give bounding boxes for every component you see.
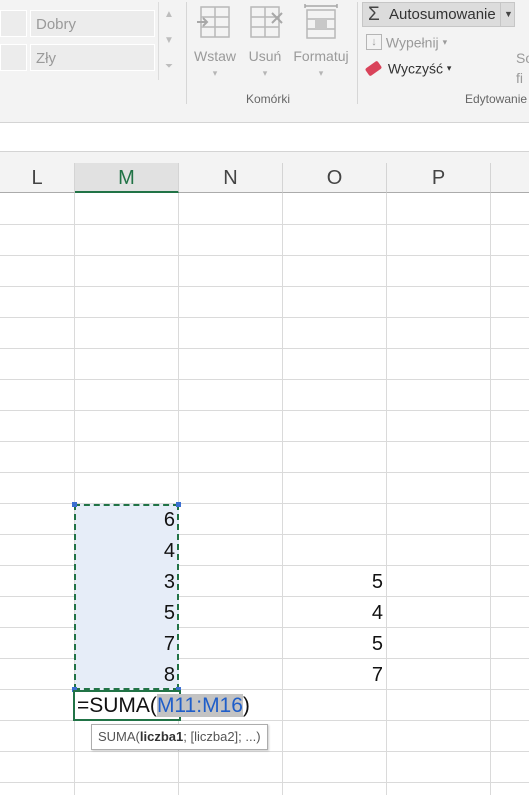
delete-button[interactable]: Usuń ▾ [240,4,290,79]
column-header-p[interactable]: P [387,163,491,193]
grid-column-line [490,193,491,795]
grid-row-line [0,286,529,287]
format-label: Formatuj [293,48,349,64]
column-header-n[interactable]: N [179,163,283,193]
delete-dropdown-icon: ▾ [262,68,268,78]
clear-dropdown-icon: ▾ [446,62,452,73]
cell-o15[interactable]: 5 [283,629,383,660]
formula-range-reference[interactable]: M11:M16 [156,694,243,717]
delete-cells-icon [250,6,283,38]
style-swatch-2[interactable] [0,44,27,71]
editing-group-label: Edytowanie [465,92,528,106]
sort-filter-button[interactable]: So fi [516,48,529,88]
grid-row-line [0,255,529,256]
style-bad[interactable]: Zły [30,44,155,71]
ribbon: Dobry Zły ▲ ▼ ⏷ Wstaw ▾ Usuń ▾ Formatuj … [0,0,529,123]
format-dropdown-icon: ▾ [318,68,324,78]
insert-dropdown-icon: ▾ [212,68,218,78]
cell-styles-gallery: Dobry Zły ▲ ▼ ⏷ [0,0,186,83]
scroll-up-icon[interactable]: ▲ [159,2,179,28]
formula-bar[interactable] [0,123,529,152]
sort-filter-label-1: So [516,50,529,66]
format-button[interactable]: Formatuj ▾ [290,4,352,79]
insert-cells-icon [197,6,230,38]
ribbon-separator [186,2,187,104]
tooltip-function[interactable]: SUMA( [98,729,140,744]
range-handle-top-left[interactable] [72,502,77,507]
range-handle-top-right[interactable] [176,502,181,507]
cells-group-label: Komórki [246,92,291,106]
insert-button[interactable]: Wstaw ▾ [190,4,240,79]
formula-prefix: =SUMA( [77,694,157,717]
tooltip-rest: ; [liczba2]; ...) [183,729,261,744]
sort-filter-label-2: fi [516,70,523,86]
format-cells-icon [304,4,338,39]
insert-label: Wstaw [194,48,236,64]
cell-o16[interactable]: 7 [283,660,383,691]
cell-o13[interactable]: 5 [283,567,383,598]
grid-row-line [0,472,529,473]
autosum-button[interactable]: Σ Autosumowanie [362,2,515,27]
cell-formula[interactable]: =SUMA(M11:M16) [77,692,250,720]
grid-row-line [0,224,529,225]
sigma-icon: Σ [368,4,380,25]
fill-down-icon: ↓ [366,34,382,51]
grid-row-line [0,782,529,783]
grid-row-line [0,348,529,349]
delete-label: Usuń [248,48,282,64]
column-header-l[interactable]: L [0,163,75,193]
autosum-dropdown-icon[interactable]: ▼ [500,2,516,27]
grid-column-line [282,193,283,795]
function-argument-tooltip[interactable]: SUMA(liczba1; [liczba2]; ...) [91,724,268,750]
grid-row-line [0,441,529,442]
eraser-icon [364,60,383,77]
fill-dropdown-icon: ▾ [442,36,448,47]
autosum-label: Autosumowanie [389,6,496,23]
styles-scrollbar[interactable]: ▲ ▼ ⏷ [158,2,179,80]
header-gap [0,152,529,163]
column-header-q[interactable] [491,163,529,193]
fill-button[interactable]: ↓ Wypełnij ▾ [366,33,448,51]
ribbon-separator [357,2,358,104]
cell-o14[interactable]: 4 [283,598,383,629]
grid-column-line [386,193,387,795]
formula-suffix: ) [242,694,250,717]
grid-row-line [0,317,529,318]
clear-label: Wyczyść [387,60,443,77]
scroll-down-icon[interactable]: ▼ [159,28,179,54]
grid-row-line [0,751,529,752]
fill-label: Wypełnij [385,34,439,51]
style-good[interactable]: Dobry [30,10,155,37]
clear-button[interactable]: Wyczyść ▾ [364,59,452,77]
more-styles-icon[interactable]: ⏷ [159,54,179,80]
grid-row-line [0,410,529,411]
column-header-m[interactable]: M [75,163,179,193]
grid-row-line [0,379,529,380]
tooltip-current-argument: liczba1 [139,729,184,744]
style-swatch-1[interactable] [0,10,27,37]
reference-marquee [74,504,179,690]
column-header-o[interactable]: O [283,163,387,193]
